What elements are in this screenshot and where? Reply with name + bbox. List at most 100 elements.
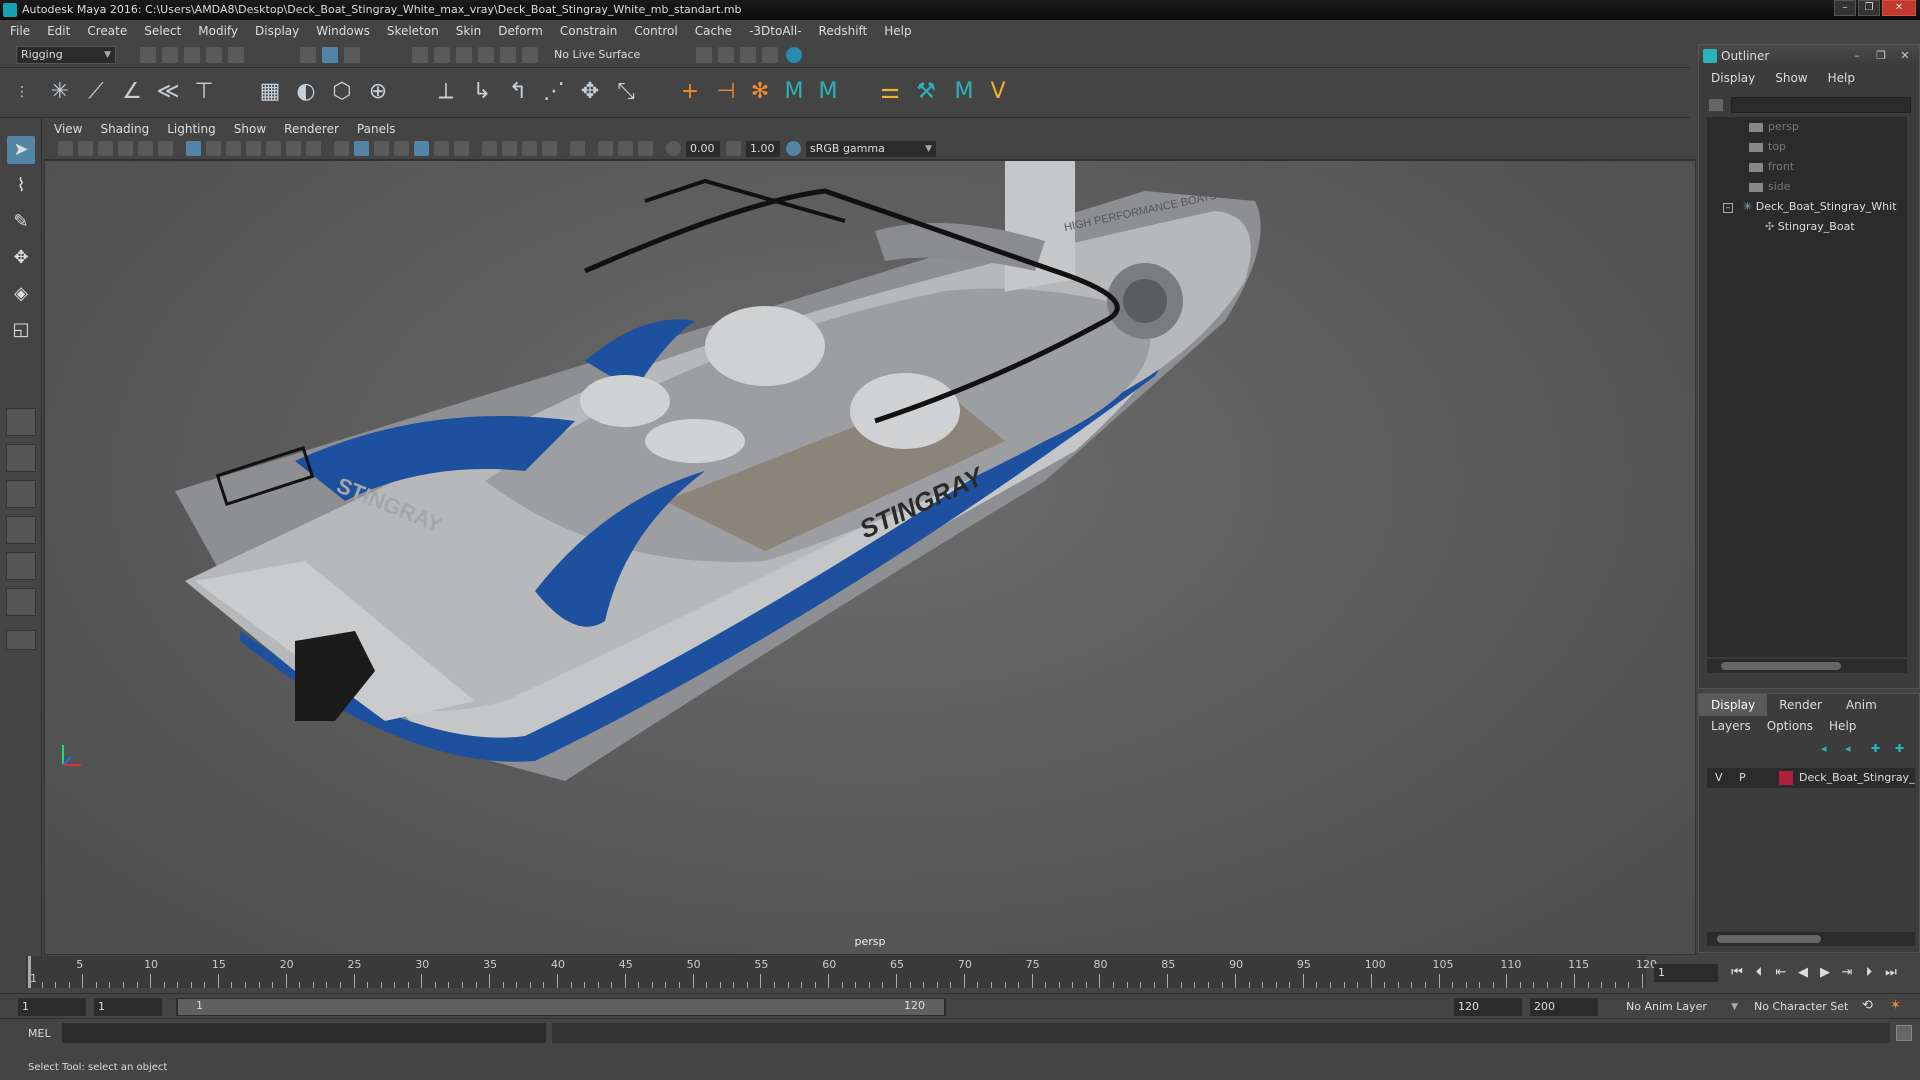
snap-view-plane-icon[interactable] xyxy=(500,47,516,63)
cluster-icon[interactable]: ◐ xyxy=(292,78,320,106)
ik-spline-icon[interactable]: ∠ xyxy=(118,78,146,106)
animation-end-field[interactable]: 200 xyxy=(1530,998,1598,1016)
lattice-icon[interactable]: ▦ xyxy=(256,78,284,106)
outliner-item-stingray-boat[interactable]: ✣ Stingray_Boat xyxy=(1765,217,1855,237)
save-scene-icon[interactable] xyxy=(184,47,200,63)
quick-rig-icon[interactable]: M xyxy=(950,78,978,106)
layer-menu-help[interactable]: Help xyxy=(1829,719,1856,733)
layer-menu-options[interactable]: Options xyxy=(1767,719,1813,733)
panel-menu-lighting[interactable]: Lighting xyxy=(167,122,216,136)
smooth-shade-icon[interactable] xyxy=(354,141,369,156)
persp-uv-layout-icon[interactable] xyxy=(6,588,36,616)
outliner-menu-display[interactable]: Display xyxy=(1711,71,1755,85)
playback-start-field[interactable]: 1 xyxy=(94,998,162,1016)
anti-aliasing-icon[interactable] xyxy=(522,141,537,156)
step-forward-key-icon[interactable]: ⇥ xyxy=(1838,964,1856,982)
ik-handle-icon[interactable]: ⟋ xyxy=(82,78,110,106)
maximize-button[interactable]: ❐ xyxy=(1858,0,1880,16)
wireframe-on-shaded-icon[interactable] xyxy=(394,141,409,156)
select-tool-icon[interactable]: ➤ xyxy=(7,136,35,164)
move-layer-up-icon[interactable]: ◂ xyxy=(1821,742,1837,756)
menu-skin[interactable]: Skin xyxy=(456,24,482,38)
field-chart-icon[interactable] xyxy=(266,141,281,156)
undo-icon[interactable] xyxy=(206,47,222,63)
wireframe-icon[interactable] xyxy=(334,141,349,156)
snap-surface-icon[interactable] xyxy=(478,47,494,63)
menu-3dtoall[interactable]: -3DtoAll- xyxy=(749,24,801,38)
camera-attributes-icon[interactable] xyxy=(78,141,93,156)
script-language-toggle[interactable]: MEL xyxy=(28,1027,51,1040)
range-slider[interactable]: 1 120 xyxy=(176,998,946,1016)
layer-row[interactable]: V P Deck_Boat_Stingray_W xyxy=(1707,768,1915,788)
boat-model[interactable]: STINGRAY STINGRAY HIGH PERFORMANCE BOATS xyxy=(45,161,1696,955)
snap-point-icon[interactable] xyxy=(456,47,472,63)
play-forwards-icon[interactable]: ▶ xyxy=(1816,964,1834,982)
menu-create[interactable]: Create xyxy=(87,24,127,38)
outliner-item-persp[interactable]: persp xyxy=(1749,117,1799,137)
command-input[interactable] xyxy=(62,1023,546,1043)
insert-joint-icon[interactable]: ≪ xyxy=(154,78,182,106)
layer-horizontal-scrollbar[interactable] xyxy=(1707,932,1915,946)
four-view-layout-icon[interactable] xyxy=(6,444,36,472)
persp-hypershade-layout-icon[interactable] xyxy=(6,552,36,580)
new-scene-icon[interactable] xyxy=(140,47,156,63)
menu-display[interactable]: Display xyxy=(255,24,299,38)
menu-set-dropdown[interactable]: Rigging ▼ xyxy=(16,46,116,64)
hypershade-icon[interactable] xyxy=(762,47,778,63)
outliner-item-side[interactable]: side xyxy=(1749,177,1791,197)
pose-editor-icon[interactable]: ⚒ xyxy=(912,78,940,106)
menu-control[interactable]: Control xyxy=(634,24,677,38)
make-live-icon[interactable] xyxy=(522,47,538,63)
grease-pencil-icon[interactable] xyxy=(158,141,173,156)
animation-preferences-icon[interactable]: ✶ xyxy=(1890,998,1901,1013)
time-ruler[interactable]: 1 5 10 15 20 25 30 35 40 45 50 55 60 65 70 75 80 85 90 95 10… xyxy=(26,956,1657,988)
menu-cache[interactable]: Cache xyxy=(695,24,732,38)
xray-joints-icon[interactable] xyxy=(638,141,653,156)
exposure-field[interactable]: 0.00 xyxy=(686,141,720,157)
perspective-viewport[interactable]: STINGRAY STINGRAY HIGH PERFORMANCE BOATS… xyxy=(44,160,1696,955)
panel-menu-show[interactable]: Show xyxy=(234,122,266,136)
anim-layer-dropdown[interactable]: No Anim Layer ▼ xyxy=(1622,998,1742,1016)
panel-menu-renderer[interactable]: Renderer xyxy=(284,122,339,136)
screen-space-ao-icon[interactable] xyxy=(482,141,497,156)
depth-of-field-icon[interactable] xyxy=(542,141,557,156)
gate-mask-icon[interactable] xyxy=(246,141,261,156)
default-material-icon[interactable] xyxy=(374,141,389,156)
new-layer-selected-icon[interactable]: ✚ xyxy=(1895,742,1911,756)
persp-graph-layout-icon[interactable] xyxy=(6,516,36,544)
tab-anim[interactable]: Anim xyxy=(1834,694,1889,716)
human-ik-icon[interactable]: M xyxy=(780,78,808,106)
menu-edit[interactable]: Edit xyxy=(47,24,70,38)
menu-redshift[interactable]: Redshift xyxy=(819,24,868,38)
layer-visibility-toggle[interactable]: V xyxy=(1715,768,1723,788)
step-forward-icon[interactable]: ⏵ xyxy=(1860,964,1878,982)
go-to-start-icon[interactable]: ⏮ xyxy=(1728,964,1746,982)
isolate-select-icon[interactable] xyxy=(570,141,585,156)
shadows-icon[interactable] xyxy=(454,141,469,156)
layer-color-swatch[interactable] xyxy=(1779,771,1793,785)
gamma-icon[interactable] xyxy=(726,141,741,156)
scale-tool-icon[interactable]: ◱ xyxy=(7,316,35,344)
outliner-search-input[interactable] xyxy=(1731,97,1911,113)
animation-start-field[interactable]: 1 xyxy=(18,998,86,1016)
collapse-icon[interactable]: – xyxy=(1723,203,1733,213)
persp-outliner-layout-icon[interactable] xyxy=(6,480,36,508)
use-all-lights-icon[interactable] xyxy=(434,141,449,156)
outliner-item-front[interactable]: front xyxy=(1749,157,1794,177)
paint-select-icon[interactable]: ✎ xyxy=(7,208,35,236)
filter-icon[interactable] xyxy=(1709,99,1723,111)
play-backwards-icon[interactable]: ◀ xyxy=(1794,964,1812,982)
panel-menu-panels[interactable]: Panels xyxy=(357,122,396,136)
exposure-icon[interactable] xyxy=(666,141,681,156)
outliner-menu-help[interactable]: Help xyxy=(1828,71,1855,85)
tab-render[interactable]: Render xyxy=(1767,694,1834,716)
select-component-icon[interactable] xyxy=(344,47,360,63)
outliner-item-top[interactable]: top xyxy=(1749,137,1786,157)
film-gate-icon[interactable] xyxy=(206,141,221,156)
render-frame-icon[interactable] xyxy=(696,47,712,63)
close-button[interactable]: ✕ xyxy=(1882,0,1916,16)
paint-influence-icon[interactable]: ✥ xyxy=(576,78,604,106)
menu-windows[interactable]: Windows xyxy=(316,24,370,38)
gamma-field[interactable]: 1.00 xyxy=(746,141,780,157)
render-view-icon[interactable] xyxy=(786,47,802,63)
